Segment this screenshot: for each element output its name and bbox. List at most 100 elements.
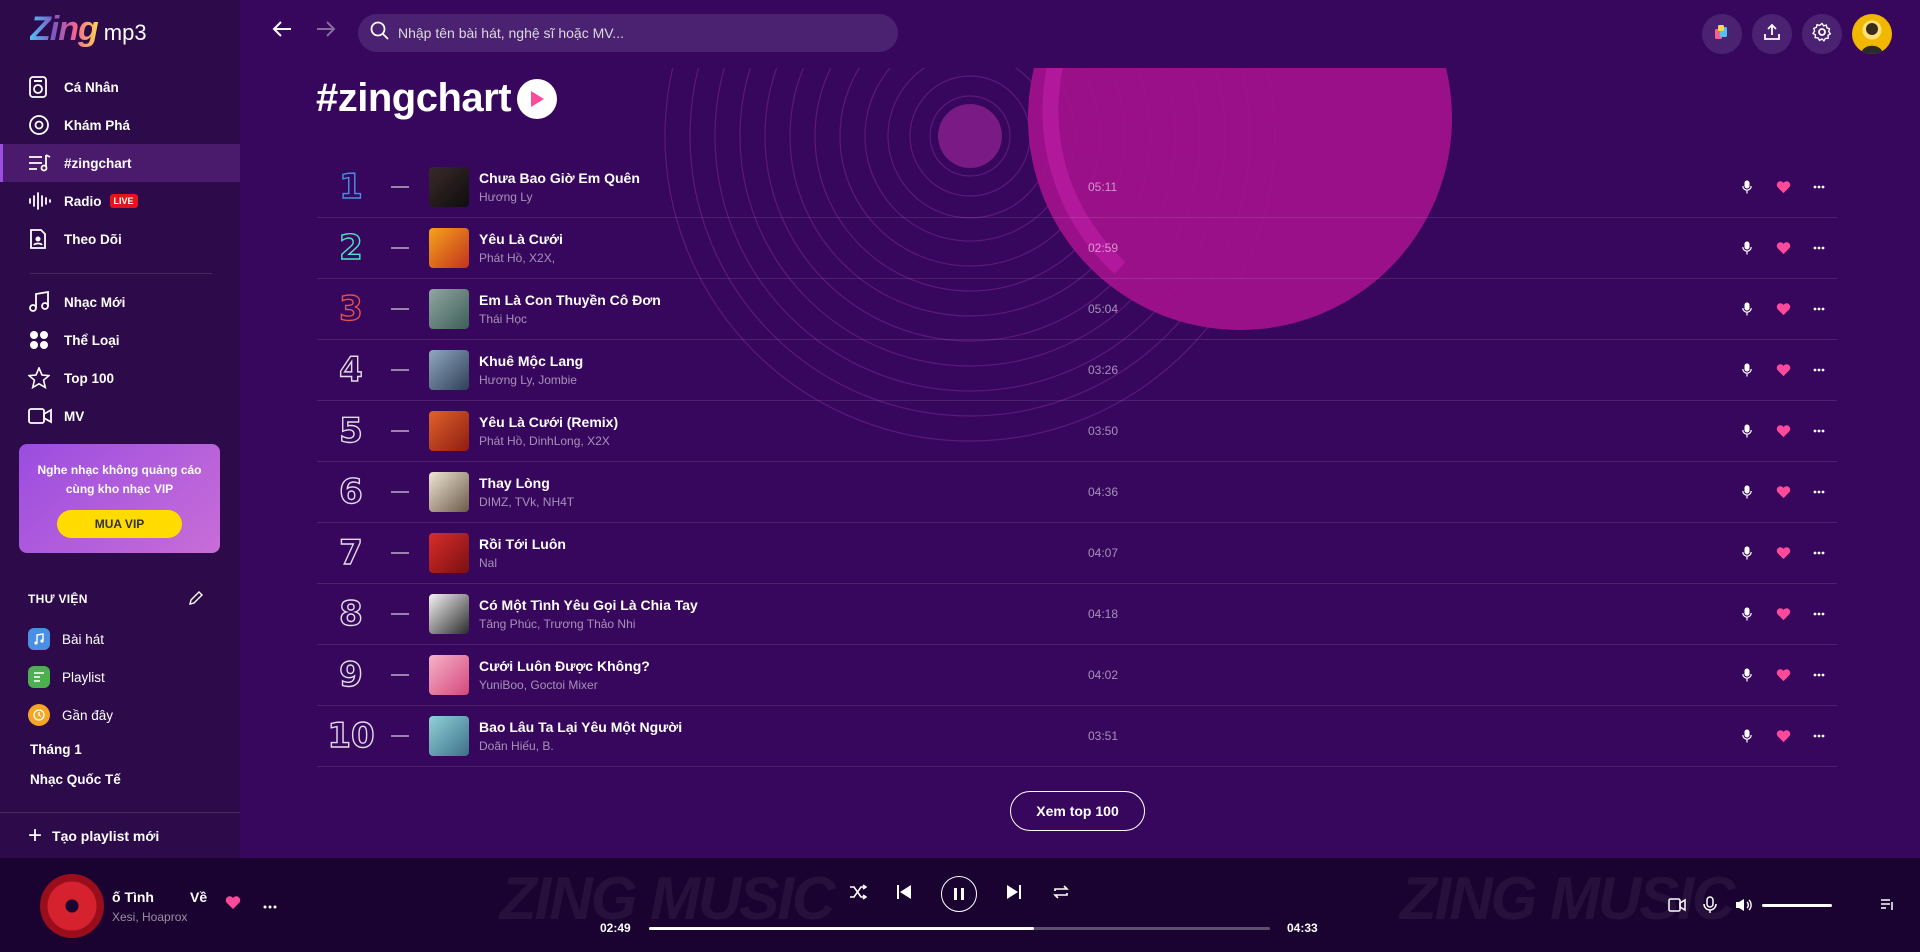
edit-icon[interactable]	[188, 590, 204, 611]
heart-icon[interactable]	[1765, 668, 1801, 682]
library-item-playlist[interactable]: Playlist	[28, 666, 105, 688]
more-icon[interactable]	[1801, 490, 1837, 494]
song-title[interactable]: Có Một Tình Yêu Gọi Là Chia Tay	[479, 597, 1099, 613]
upload-button[interactable]	[1752, 14, 1792, 54]
sidebar-item-mv[interactable]: MV	[0, 397, 240, 435]
song-thumbnail[interactable]	[429, 411, 469, 451]
playlist-queue-icon[interactable]	[1880, 898, 1894, 912]
lyrics-mic-icon[interactable]	[1729, 546, 1765, 560]
settings-button[interactable]	[1802, 14, 1842, 54]
song-title[interactable]: Yêu Là Cưới	[479, 231, 1099, 247]
chart-row[interactable]: 6 Thay Lòng DIMZ, TVk, NH4T 04:36	[317, 462, 1837, 523]
more-icon[interactable]	[1801, 673, 1837, 677]
sidebar-item-kham-pha[interactable]: Khám Phá	[0, 106, 240, 144]
heart-icon[interactable]	[1765, 607, 1801, 621]
lyrics-mic-icon[interactable]	[1729, 485, 1765, 499]
chart-row[interactable]: 3 Em Là Con Thuyền Cô Đơn Thái Học 05:04	[317, 279, 1837, 340]
song-thumbnail[interactable]	[429, 228, 469, 268]
more-icon[interactable]	[1801, 185, 1837, 189]
more-icon[interactable]	[1801, 612, 1837, 616]
sidebar-item-nhac-moi[interactable]: Nhạc Mới	[0, 283, 240, 321]
see-top-100-button[interactable]: Xem top 100	[1010, 791, 1145, 831]
sidebar-item-zingchart[interactable]: #zingchart	[0, 144, 240, 182]
sidebar-item-the-loai[interactable]: Thể Loại	[0, 321, 240, 359]
playlist-item[interactable]: Nhạc Quốc Tế	[30, 772, 121, 787]
heart-icon[interactable]	[1765, 241, 1801, 255]
volume-icon[interactable]	[1735, 898, 1753, 912]
sidebar-item-top-100[interactable]: Top 100	[0, 359, 240, 397]
sidebar-item-ca-nhan[interactable]: Cá Nhân	[0, 68, 240, 106]
heart-icon[interactable]	[1765, 302, 1801, 316]
volume-slider[interactable]	[1762, 904, 1832, 907]
more-icon[interactable]	[1801, 734, 1837, 738]
more-icon[interactable]	[263, 896, 277, 914]
heart-icon[interactable]	[1765, 180, 1801, 194]
song-thumbnail[interactable]	[429, 472, 469, 512]
heart-icon[interactable]	[1765, 485, 1801, 499]
buy-vip-button[interactable]: MUA VIP	[57, 510, 182, 538]
song-artist[interactable]: Tăng Phúc, Trương Thảo Nhi	[479, 617, 1099, 631]
previous-icon[interactable]	[896, 884, 912, 900]
song-thumbnail[interactable]	[429, 655, 469, 695]
zing-logo[interactable]: Zing mp3	[30, 10, 147, 50]
song-artist[interactable]: Thái Học	[479, 312, 1099, 326]
lyrics-mic-icon[interactable]	[1729, 363, 1765, 377]
song-title[interactable]: Em Là Con Thuyền Cô Đơn	[479, 292, 1099, 308]
chart-row[interactable]: 10 Bao Lâu Ta Lại Yêu Một Người Doãn Hiế…	[317, 706, 1837, 767]
chart-row[interactable]: 9 Cưới Luôn Được Không? YuniBoo, Goctoi …	[317, 645, 1837, 706]
lyrics-mic-icon[interactable]	[1729, 668, 1765, 682]
song-artist[interactable]: Hương Ly, Jombie	[479, 373, 1099, 387]
more-icon[interactable]	[1801, 551, 1837, 555]
forward-arrow-icon[interactable]	[313, 18, 339, 44]
lyrics-mic-icon[interactable]	[1729, 302, 1765, 316]
song-thumbnail[interactable]	[429, 716, 469, 756]
sidebar-item-theo-doi[interactable]: Theo Dõi	[0, 220, 240, 258]
song-artist[interactable]: YuniBoo, Goctoi Mixer	[479, 678, 1099, 692]
song-thumbnail[interactable]	[429, 533, 469, 573]
mv-icon[interactable]	[1668, 898, 1686, 912]
lyrics-mic-icon[interactable]	[1729, 180, 1765, 194]
chart-row[interactable]: 8 Có Một Tình Yêu Gọi Là Chia Tay Tăng P…	[317, 584, 1837, 645]
heart-icon[interactable]	[1765, 546, 1801, 560]
lyrics-mic-icon[interactable]	[1703, 896, 1717, 914]
progress-bar[interactable]	[649, 927, 1270, 930]
song-title[interactable]: Rồi Tới Luôn	[479, 536, 1099, 552]
song-title[interactable]: Khuê Mộc Lang	[479, 353, 1099, 369]
next-icon[interactable]	[1006, 884, 1022, 900]
create-playlist-button[interactable]: + Tạo playlist mới	[0, 812, 240, 858]
lyrics-mic-icon[interactable]	[1729, 729, 1765, 743]
lyrics-mic-icon[interactable]	[1729, 424, 1765, 438]
chart-row[interactable]: 2 Yêu Là Cưới Phát Hồ, X2X, 02:59	[317, 218, 1837, 279]
song-artist[interactable]: Doãn Hiếu, B.	[479, 739, 1099, 753]
song-title[interactable]: Yêu Là Cưới (Remix)	[479, 414, 1099, 430]
shuffle-icon[interactable]	[849, 884, 867, 900]
now-playing-artist[interactable]: Xesi, Hoaprox	[112, 910, 187, 924]
song-artist[interactable]: Phát Hồ, DinhLong, X2X	[479, 434, 1099, 448]
lyrics-mic-icon[interactable]	[1729, 607, 1765, 621]
more-icon[interactable]	[1801, 246, 1837, 250]
chart-row[interactable]: 7 Rồi Tới Luôn Nal 04:07	[317, 523, 1837, 584]
library-item-recent[interactable]: Gần đây	[28, 704, 113, 726]
song-thumbnail[interactable]	[429, 594, 469, 634]
song-artist[interactable]: Phát Hồ, X2X,	[479, 251, 1099, 265]
song-title[interactable]: Chưa Bao Giờ Em Quên	[479, 170, 1099, 186]
more-icon[interactable]	[1801, 368, 1837, 372]
song-artist[interactable]: Hương Ly	[479, 190, 1099, 204]
heart-icon[interactable]	[1765, 424, 1801, 438]
play-all-button[interactable]	[517, 78, 558, 119]
now-playing-thumbnail[interactable]	[40, 874, 104, 938]
song-title[interactable]: Bao Lâu Ta Lại Yêu Một Người	[479, 719, 1099, 735]
avatar[interactable]	[1852, 14, 1892, 54]
heart-icon[interactable]	[1765, 363, 1801, 377]
more-icon[interactable]	[1801, 429, 1837, 433]
library-item-songs[interactable]: Bài hát	[28, 628, 104, 650]
chart-row[interactable]: 1 Chưa Bao Giờ Em Quên Hương Ly 05:11	[317, 157, 1837, 218]
heart-icon[interactable]	[1765, 729, 1801, 743]
chart-row[interactable]: 5 Yêu Là Cưới (Remix) Phát Hồ, DinhLong,…	[317, 401, 1837, 462]
repeat-icon[interactable]	[1052, 884, 1070, 900]
lyrics-mic-icon[interactable]	[1729, 241, 1765, 255]
pause-button[interactable]	[941, 876, 977, 912]
song-artist[interactable]: DIMZ, TVk, NH4T	[479, 495, 1099, 509]
song-title[interactable]: Thay Lòng	[479, 475, 1099, 491]
search-bar[interactable]	[358, 14, 898, 52]
